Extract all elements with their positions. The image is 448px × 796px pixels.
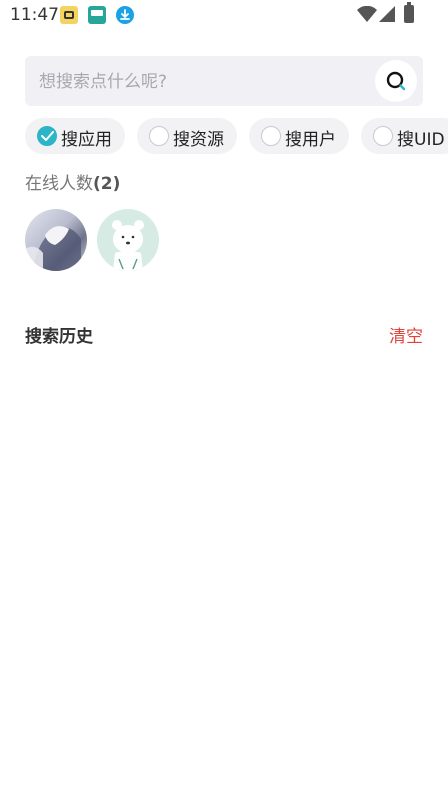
filter-label: 搜UID (397, 130, 445, 150)
search-button[interactable] (375, 60, 417, 102)
filter-chip-uid[interactable]: 搜UID (361, 118, 448, 154)
filter-label: 搜资源 (173, 130, 224, 150)
avatar-image (112, 220, 144, 271)
radio-unchecked-icon (373, 126, 393, 146)
search-bar (25, 56, 423, 108)
battery-charging-icon (404, 2, 414, 23)
signal-icon (379, 6, 395, 22)
app-notification-icon (88, 6, 106, 24)
online-users-title: 在线人数(2) (25, 169, 120, 194)
avatar-image (25, 226, 81, 271)
filter-chip-resources[interactable]: 搜资源 (137, 118, 237, 154)
online-users-label: 在线人数 (25, 174, 93, 194)
filter-label: 搜用户 (285, 130, 336, 150)
radio-unchecked-icon (261, 126, 281, 146)
radio-checked-icon (37, 126, 57, 146)
wifi-icon (357, 6, 377, 22)
radio-unchecked-icon (149, 126, 169, 146)
status-bar: 11:47 (0, 0, 448, 30)
avatar[interactable] (25, 209, 87, 271)
search-input[interactable] (37, 56, 371, 108)
filter-label: 搜应用 (61, 130, 112, 150)
filter-chip-apps[interactable]: 搜应用 (25, 118, 125, 154)
download-icon (116, 6, 134, 24)
search-type-filters: 搜应用 搜资源 搜用户 搜UID (25, 118, 448, 154)
search-history-title: 搜索历史 (25, 327, 93, 347)
status-time: 11:47 (10, 5, 59, 25)
filter-chip-users[interactable]: 搜用户 (249, 118, 349, 154)
avatar[interactable] (97, 209, 159, 271)
search-icon (386, 71, 406, 91)
clear-history-button[interactable]: 清空 (389, 322, 423, 347)
online-users-count: (2) (93, 174, 121, 194)
app-notification-icon (60, 6, 78, 24)
